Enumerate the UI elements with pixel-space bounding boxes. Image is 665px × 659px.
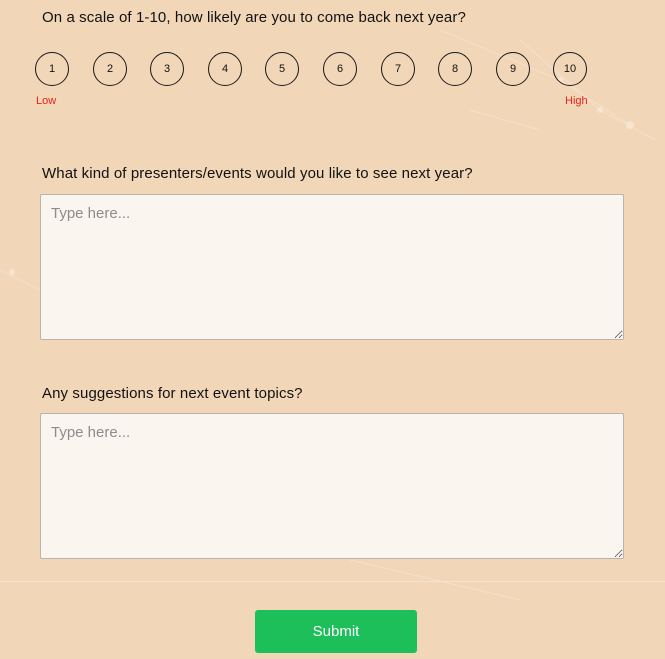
rating-option-9[interactable]: 9 [496, 52, 530, 86]
scale-question: On a scale of 1-10, how likely are you t… [42, 9, 466, 26]
rating-option-1[interactable]: 1 [35, 52, 69, 86]
topics-textarea[interactable] [40, 413, 624, 559]
presenters-question: What kind of presenters/events would you… [42, 165, 473, 182]
rating-option-8[interactable]: 8 [438, 52, 472, 86]
rating-option-10[interactable]: 10 [553, 52, 587, 86]
rating-option-5[interactable]: 5 [265, 52, 299, 86]
scale-low-label: Low [36, 95, 57, 107]
rating-option-2[interactable]: 2 [93, 52, 127, 86]
presenters-textarea[interactable] [40, 194, 624, 340]
topics-question: Any suggestions for next event topics? [42, 385, 303, 402]
rating-option-6[interactable]: 6 [323, 52, 357, 86]
rating-option-7[interactable]: 7 [381, 52, 415, 86]
rating-option-3[interactable]: 3 [150, 52, 184, 86]
rating-option-4[interactable]: 4 [208, 52, 242, 86]
scale-high-label: High [565, 95, 588, 107]
form-divider [0, 581, 665, 582]
submit-button[interactable]: Submit [255, 610, 417, 653]
